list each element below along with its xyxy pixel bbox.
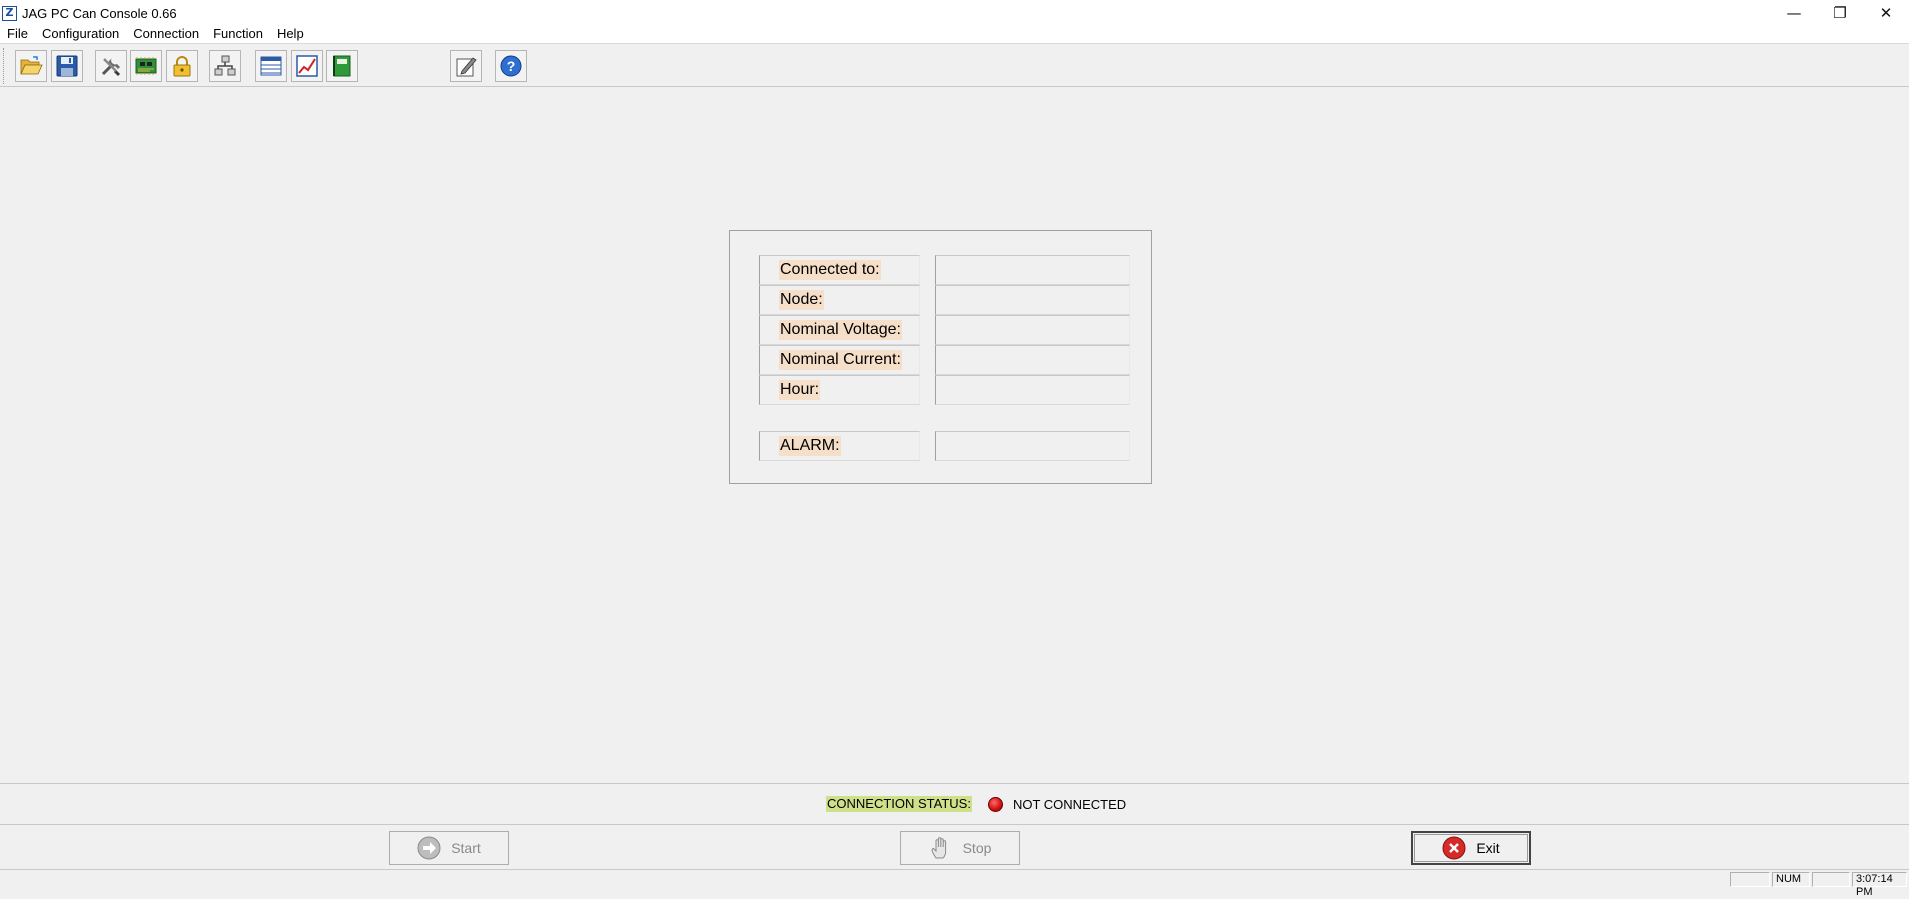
nominal-voltage-label: Nominal Voltage:: [779, 320, 902, 340]
help-button[interactable]: ?: [495, 50, 527, 82]
open-button[interactable]: [15, 50, 47, 82]
connection-status-value: NOT CONNECTED: [1012, 796, 1127, 812]
toolbar: ?: [0, 45, 1909, 87]
chart-icon: [296, 55, 318, 77]
help-icon: ?: [500, 55, 522, 77]
stop-button[interactable]: Stop: [900, 831, 1020, 865]
alarm-label: ALARM:: [779, 436, 841, 456]
menu-function[interactable]: Function: [206, 24, 270, 44]
menu-configuration[interactable]: Configuration: [35, 24, 126, 44]
title-bar: Z JAG PC Can Console 0.66 — ❐ ✕: [0, 0, 1909, 26]
exit-x-icon: [1442, 836, 1466, 860]
window-controls: — ❐ ✕: [1771, 0, 1909, 26]
stop-hand-icon: [929, 836, 953, 860]
start-arrow-icon: [417, 836, 441, 860]
alarm-value: [935, 431, 1130, 461]
start-button-label: Start: [451, 840, 481, 856]
menu-connection[interactable]: Connection: [126, 24, 206, 44]
data-table-button[interactable]: [255, 50, 287, 82]
hour-value: [935, 375, 1130, 405]
edit-button[interactable]: [450, 50, 482, 82]
status-pane: [1812, 872, 1850, 887]
start-button[interactable]: Start: [389, 831, 509, 865]
lock-button[interactable]: [166, 50, 198, 82]
status-led-icon: [987, 796, 1003, 812]
toolbar-grip[interactable]: [3, 48, 6, 84]
clock: 3:07:14 PM: [1852, 872, 1907, 898]
connected-to-value: [935, 255, 1130, 285]
connection-status: CONNECTION STATUS: NOT CONNECTED: [826, 794, 1126, 814]
svg-text:?: ?: [507, 58, 516, 74]
divider: [0, 824, 1909, 825]
green-book-icon: [333, 55, 351, 77]
minimize-button[interactable]: —: [1771, 0, 1817, 26]
restore-button[interactable]: ❐: [1817, 0, 1863, 26]
menu-file[interactable]: File: [0, 24, 35, 44]
app-icon: Z: [2, 5, 17, 21]
stop-button-label: Stop: [962, 840, 992, 856]
connected-to-label: Connected to:: [779, 260, 881, 280]
nominal-voltage-value: [935, 315, 1130, 345]
node-value: [935, 285, 1130, 315]
circuit-board-button[interactable]: [130, 50, 162, 82]
chart-button[interactable]: [291, 50, 323, 82]
book-button[interactable]: [326, 50, 358, 82]
menu-help[interactable]: Help: [270, 24, 311, 44]
exit-button-label: Exit: [1476, 840, 1500, 856]
open-folder-icon: [20, 56, 43, 75]
status-pane: [1730, 872, 1770, 887]
save-icon: [56, 55, 78, 77]
status-bar: NUM 3:07:14 PM: [0, 869, 1909, 898]
nominal-current-value: [935, 345, 1130, 375]
divider: [0, 783, 1909, 784]
edit-pencil-icon: [456, 57, 477, 77]
connection-status-label: CONNECTION STATUS:: [826, 796, 972, 812]
tools-button[interactable]: [95, 50, 127, 82]
menu-bar: File Configuration Connection Function H…: [0, 24, 1909, 44]
nominal-current-label: Nominal Current:: [779, 350, 902, 370]
close-button[interactable]: ✕: [1863, 0, 1909, 26]
save-button[interactable]: [51, 50, 83, 82]
exit-button[interactable]: Exit: [1411, 831, 1531, 865]
data-table-icon: [260, 56, 282, 76]
lock-icon: [173, 56, 191, 77]
info-panel: Connected to: Node: Nominal Voltage: Nom…: [729, 230, 1152, 484]
num-lock-indicator: NUM: [1772, 872, 1810, 887]
node-label: Node:: [779, 290, 824, 310]
window-title: JAG PC Can Console 0.66: [22, 5, 177, 21]
network-icon: [214, 55, 236, 76]
network-button[interactable]: [209, 50, 241, 82]
circuit-board-icon: [135, 57, 157, 75]
hour-label: Hour:: [779, 380, 821, 400]
tools-icon: [101, 58, 121, 77]
